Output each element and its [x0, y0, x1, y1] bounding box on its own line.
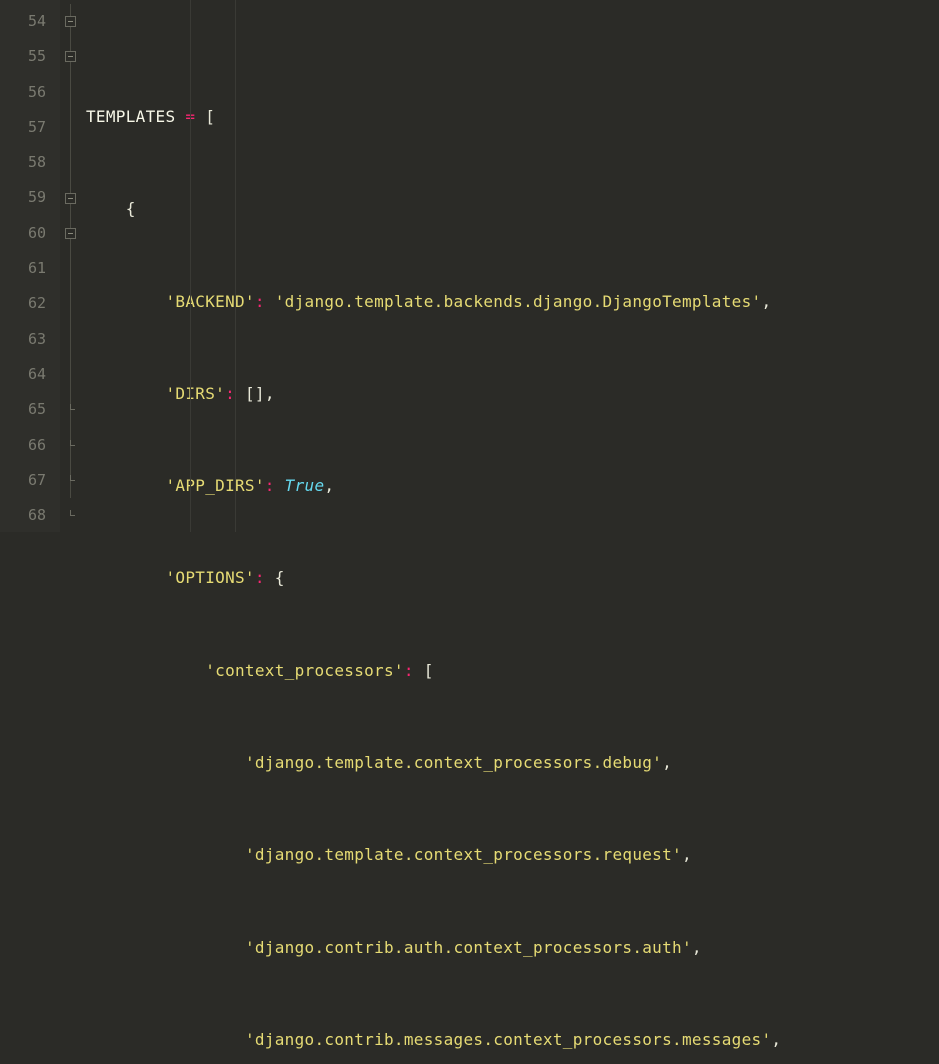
- code-line[interactable]: 'BACKEND': 'django.template.backends.dja…: [86, 284, 939, 319]
- code-line[interactable]: 'context_processors': [: [86, 653, 939, 688]
- code-line[interactable]: 'django.contrib.messages.context_process…: [86, 1022, 939, 1057]
- fold-end-icon: [65, 440, 76, 451]
- fold-end-icon: [65, 404, 76, 415]
- line-number: 67: [0, 463, 60, 498]
- code-line[interactable]: {: [86, 191, 939, 226]
- line-number: 56: [0, 75, 60, 110]
- fold-toggle-icon[interactable]: [65, 228, 76, 239]
- code-line[interactable]: 'DIRS': [],: [86, 376, 939, 411]
- fold-gutter: [60, 0, 80, 532]
- line-number: 60: [0, 216, 60, 251]
- code-line[interactable]: 'APP_DIRS': True,: [86, 468, 939, 503]
- line-number: 54: [0, 4, 60, 39]
- line-number: 61: [0, 251, 60, 286]
- fold-toggle-icon[interactable]: [65, 51, 76, 62]
- fold-toggle-icon[interactable]: [65, 193, 76, 204]
- line-number: 58: [0, 145, 60, 180]
- line-number: 68: [0, 498, 60, 533]
- fold-toggle-icon[interactable]: [65, 16, 76, 27]
- code-line[interactable]: TEMPLATES = [: [86, 99, 939, 134]
- code-line[interactable]: 'django.template.context_processors.debu…: [86, 745, 939, 780]
- code-area[interactable]: TEMPLATES = [ { 'BACKEND': 'django.templ…: [80, 0, 939, 532]
- line-number: 57: [0, 110, 60, 145]
- code-line[interactable]: 'django.contrib.auth.context_processors.…: [86, 930, 939, 965]
- indent-guide: [190, 0, 191, 532]
- line-number: 65: [0, 392, 60, 427]
- fold-end-icon: [65, 475, 76, 486]
- indent-guide: [235, 0, 236, 532]
- line-number: 59: [0, 180, 60, 215]
- line-number: 63: [0, 322, 60, 357]
- code-editor[interactable]: 54 55 56 57 58 59 60 61 62 63 64 65 66 6…: [0, 0, 939, 532]
- fold-end-icon: [65, 510, 76, 521]
- code-line[interactable]: 'django.template.context_processors.requ…: [86, 837, 939, 872]
- line-number: 62: [0, 286, 60, 321]
- line-number: 55: [0, 39, 60, 74]
- line-number: 64: [0, 357, 60, 392]
- line-number: 66: [0, 428, 60, 463]
- code-line[interactable]: 'OPTIONS': {: [86, 560, 939, 595]
- line-number-gutter: 54 55 56 57 58 59 60 61 62 63 64 65 66 6…: [0, 0, 60, 532]
